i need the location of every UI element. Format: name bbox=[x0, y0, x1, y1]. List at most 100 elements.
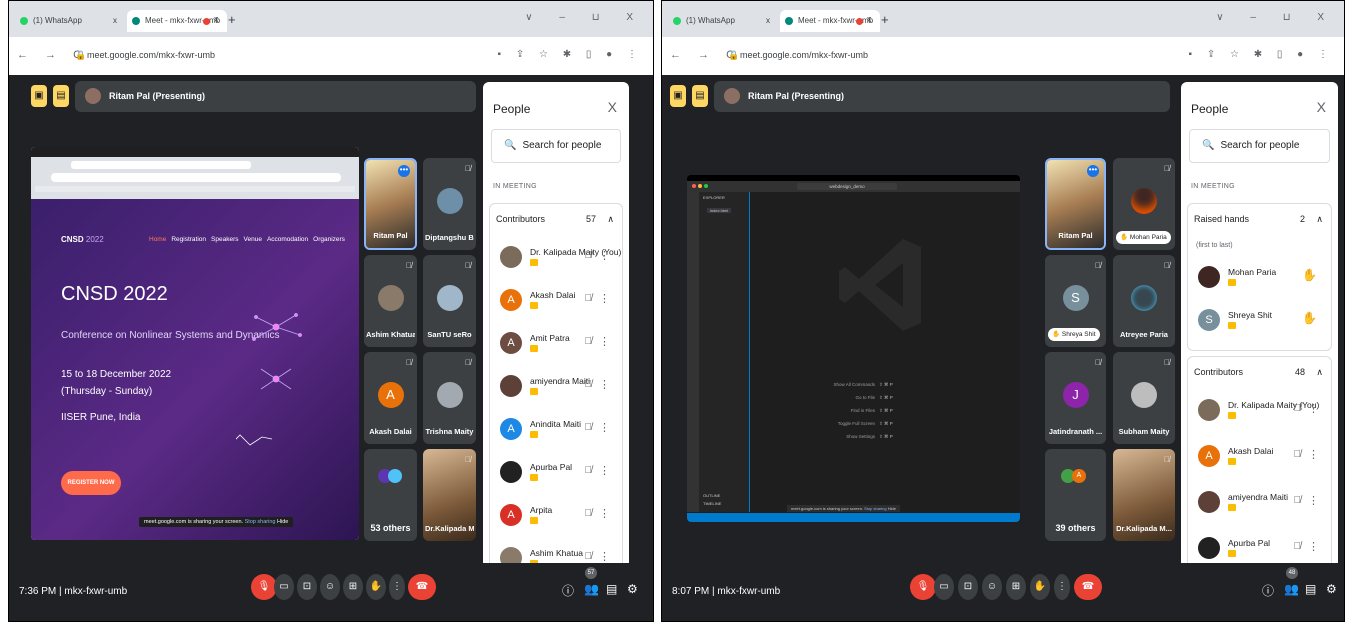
participant-tile-trishna-maity[interactable]: 🎙̸ Trishna Maity bbox=[423, 352, 476, 444]
info-icon[interactable]: ⓘ bbox=[1262, 582, 1274, 599]
participant-tile-akash-dalai[interactable]: 🎙̸ A Akash Dalai bbox=[364, 352, 417, 444]
mic-off-button[interactable]: 🎙 bbox=[910, 574, 936, 600]
participant-tile-others[interactable]: A 39 others bbox=[1045, 449, 1106, 541]
window-controls[interactable]: ∨ – ⊔ X bbox=[525, 12, 645, 23]
more-options-icon[interactable]: ⋮ bbox=[1308, 402, 1319, 415]
window-controls[interactable]: ∨ – ⊔ X bbox=[1216, 12, 1336, 23]
activities-icon[interactable]: ⚙ bbox=[627, 582, 638, 596]
more-options-icon[interactable]: ⋮ bbox=[599, 249, 610, 262]
timeline-section[interactable]: TIMELINE bbox=[703, 501, 721, 506]
reactions-button[interactable]: ☺ bbox=[982, 574, 1002, 600]
participant-row[interactable]: Dr. Kalipada Maity (You) 🎙̸ ⋮ bbox=[496, 238, 621, 278]
url-text[interactable]: meet.google.com/mkx-fxwr-umb bbox=[87, 50, 215, 60]
nav-organizers[interactable]: Organizers bbox=[313, 236, 345, 243]
participant-row[interactable]: A Akash Dalai 🎙̸ ⋮ bbox=[1194, 437, 1323, 477]
nav-registration[interactable]: Registration bbox=[171, 236, 206, 243]
chat-icon[interactable]: ▤ bbox=[1305, 582, 1316, 596]
more-options-icon[interactable]: ⋮ bbox=[599, 378, 610, 391]
participant-row[interactable]: Apurba Pal 🎙̸ ⋮ bbox=[496, 453, 614, 493]
file-index-html[interactable]: index.html bbox=[707, 208, 732, 213]
new-tab-button[interactable]: + bbox=[881, 12, 889, 27]
captions-button[interactable]: ⊡ bbox=[958, 574, 978, 600]
participant-row[interactable]: A Amit Patra 🎙̸ ⋮ bbox=[496, 324, 614, 364]
search-people-input[interactable]: 🔍 Search for people bbox=[1189, 129, 1330, 163]
reactions-button[interactable]: ☺ bbox=[320, 574, 340, 600]
contributors-header[interactable]: Contributors 57 ∧ bbox=[496, 204, 614, 234]
more-options-icon[interactable]: ⋮ bbox=[1308, 448, 1319, 461]
participant-tile-ritam-pal[interactable]: ••• Ritam Pal bbox=[1045, 158, 1106, 250]
participant-tile-mohan-paria[interactable]: 🎙̸ ✋ Mohan Paria bbox=[1113, 158, 1175, 250]
more-options-icon[interactable]: ⋮ bbox=[599, 464, 610, 477]
tab-meet[interactable]: Meet - mkx-fxwr-umb bbox=[127, 10, 227, 32]
info-icon[interactable]: ⓘ bbox=[562, 582, 574, 599]
more-options-icon[interactable]: ••• bbox=[1087, 165, 1099, 177]
more-options-icon[interactable]: ⋮ bbox=[599, 550, 610, 563]
new-tab-button[interactable]: + bbox=[228, 12, 236, 27]
close-tab-icon[interactable]: x bbox=[214, 14, 219, 24]
close-tab-icon[interactable]: x bbox=[113, 10, 117, 32]
more-options-icon[interactable]: ⋮ bbox=[599, 335, 610, 348]
more-options-icon[interactable]: ⋮ bbox=[1308, 494, 1319, 507]
close-icon[interactable]: X bbox=[1317, 99, 1326, 115]
close-icon[interactable]: X bbox=[608, 99, 617, 115]
extension-icons[interactable]: ▪ ⇪ ☆ ✱ ▯ ● ⋮ bbox=[498, 49, 643, 60]
layout-button[interactable]: ▤ bbox=[692, 85, 708, 107]
participant-row[interactable]: Dr. Kalipada Maity (You) 🎙̸ ⋮ bbox=[1194, 391, 1323, 431]
more-options-icon[interactable]: ⋮ bbox=[599, 507, 610, 520]
more-options-icon[interactable]: ⋮ bbox=[599, 292, 610, 305]
hide-link[interactable]: Hide bbox=[888, 506, 896, 511]
chevron-up-icon[interactable]: ∧ bbox=[607, 204, 614, 234]
participant-tile-jatindranath[interactable]: 🎙̸ J Jatindranath ... bbox=[1045, 352, 1106, 444]
present-button[interactable]: ⊞ bbox=[343, 574, 363, 600]
people-icon[interactable]: 👥 bbox=[584, 582, 599, 596]
participant-tile-ashim-khatua[interactable]: 🎙̸ Ashim Khatua bbox=[364, 255, 417, 347]
stop-sharing-link[interactable]: Stop sharing bbox=[864, 506, 886, 511]
leave-call-button[interactable]: ☎ bbox=[408, 574, 436, 600]
stop-sharing-link[interactable]: Stop sharing bbox=[245, 519, 276, 525]
present-button[interactable]: ⊞ bbox=[1006, 574, 1026, 600]
raised-hands-header[interactable]: Raised hands 2 ∧ bbox=[1194, 204, 1323, 234]
people-icon[interactable]: 👥 bbox=[1284, 582, 1299, 596]
participant-tile-subham-maity[interactable]: 🎙̸ Subham Maity bbox=[1113, 352, 1175, 444]
more-options-icon[interactable]: ••• bbox=[398, 165, 410, 177]
participant-row[interactable]: amiyendra Maiti 🎙̸ ⋮ bbox=[496, 367, 614, 407]
participant-tile-atreyee-paria[interactable]: 🎙̸ Atreyee Paria bbox=[1113, 255, 1175, 347]
nav-venue[interactable]: Venue bbox=[244, 236, 262, 243]
participant-row[interactable]: A Arpita 🎙̸ ⋮ bbox=[496, 496, 614, 536]
participant-tile-shreya-shit[interactable]: 🎙̸ S ✋ Shreya Shit bbox=[1045, 255, 1106, 347]
participant-tile-others[interactable]: 53 others bbox=[364, 449, 417, 541]
participant-row[interactable]: Mohan Paria ✋ bbox=[1194, 258, 1323, 298]
participants-tile-button[interactable]: ▣ bbox=[670, 85, 686, 107]
activities-icon[interactable]: ⚙ bbox=[1326, 582, 1337, 596]
register-now-button[interactable]: REGISTER NOW bbox=[61, 471, 121, 495]
participant-tile-diptangshu[interactable]: 🎙̸ Diptangshu B... bbox=[423, 158, 476, 250]
outline-section[interactable]: OUTLINE bbox=[703, 493, 720, 498]
url-text[interactable]: meet.google.com/mkx-fxwr-umb bbox=[740, 50, 868, 60]
participant-tile-dr-kalipada[interactable]: 🎙̸ Dr.Kalipada M... bbox=[1113, 449, 1175, 541]
chevron-up-icon[interactable]: ∧ bbox=[1316, 204, 1323, 234]
participant-tile-ritam-pal[interactable]: ••• Ritam Pal bbox=[364, 158, 417, 250]
nav-speakers[interactable]: Speakers bbox=[211, 236, 238, 243]
close-tab-icon[interactable]: x bbox=[867, 14, 872, 24]
camera-button[interactable]: ▭ bbox=[274, 574, 294, 600]
participant-tile-dr-kalipada[interactable]: 🎙̸ Dr.Kalipada M... bbox=[423, 449, 476, 541]
participant-row[interactable]: S Shreya Shit ✋ bbox=[1194, 301, 1323, 341]
more-options-icon[interactable]: ⋮ bbox=[599, 421, 610, 434]
nav-accomodation[interactable]: Accomodation bbox=[267, 236, 308, 243]
layout-button[interactable]: ▤ bbox=[53, 85, 69, 107]
participant-row[interactable]: A Anindita Maiti 🎙̸ ⋮ bbox=[496, 410, 614, 450]
extension-icons[interactable]: ▪ ⇪ ☆ ✱ ▯ ● ⋮ bbox=[1189, 49, 1334, 60]
chat-icon[interactable]: ▤ bbox=[606, 582, 617, 596]
leave-call-button[interactable]: ☎ bbox=[1074, 574, 1102, 600]
participant-row[interactable]: amiyendra Maiti 🎙̸ ⋮ bbox=[1194, 483, 1323, 523]
raise-hand-button[interactable]: ✋ bbox=[366, 574, 386, 600]
camera-button[interactable]: ▭ bbox=[934, 574, 954, 600]
participant-row[interactable]: A Akash Dalai 🎙̸ ⋮ bbox=[496, 281, 614, 321]
tab-whatsapp[interactable]: (1) WhatsApp x bbox=[15, 10, 123, 32]
more-options-button[interactable]: ⋮ bbox=[1054, 574, 1070, 600]
contributors-header[interactable]: Contributors 48 ∧ bbox=[1194, 357, 1323, 387]
participant-tile-santu-sero[interactable]: 🎙̸ SanTU seRo bbox=[423, 255, 476, 347]
participants-tile-button[interactable]: ▣ bbox=[31, 85, 47, 107]
close-tab-icon[interactable]: x bbox=[766, 10, 770, 32]
tab-meet[interactable]: Meet - mkx-fxwr-umb bbox=[780, 10, 880, 32]
